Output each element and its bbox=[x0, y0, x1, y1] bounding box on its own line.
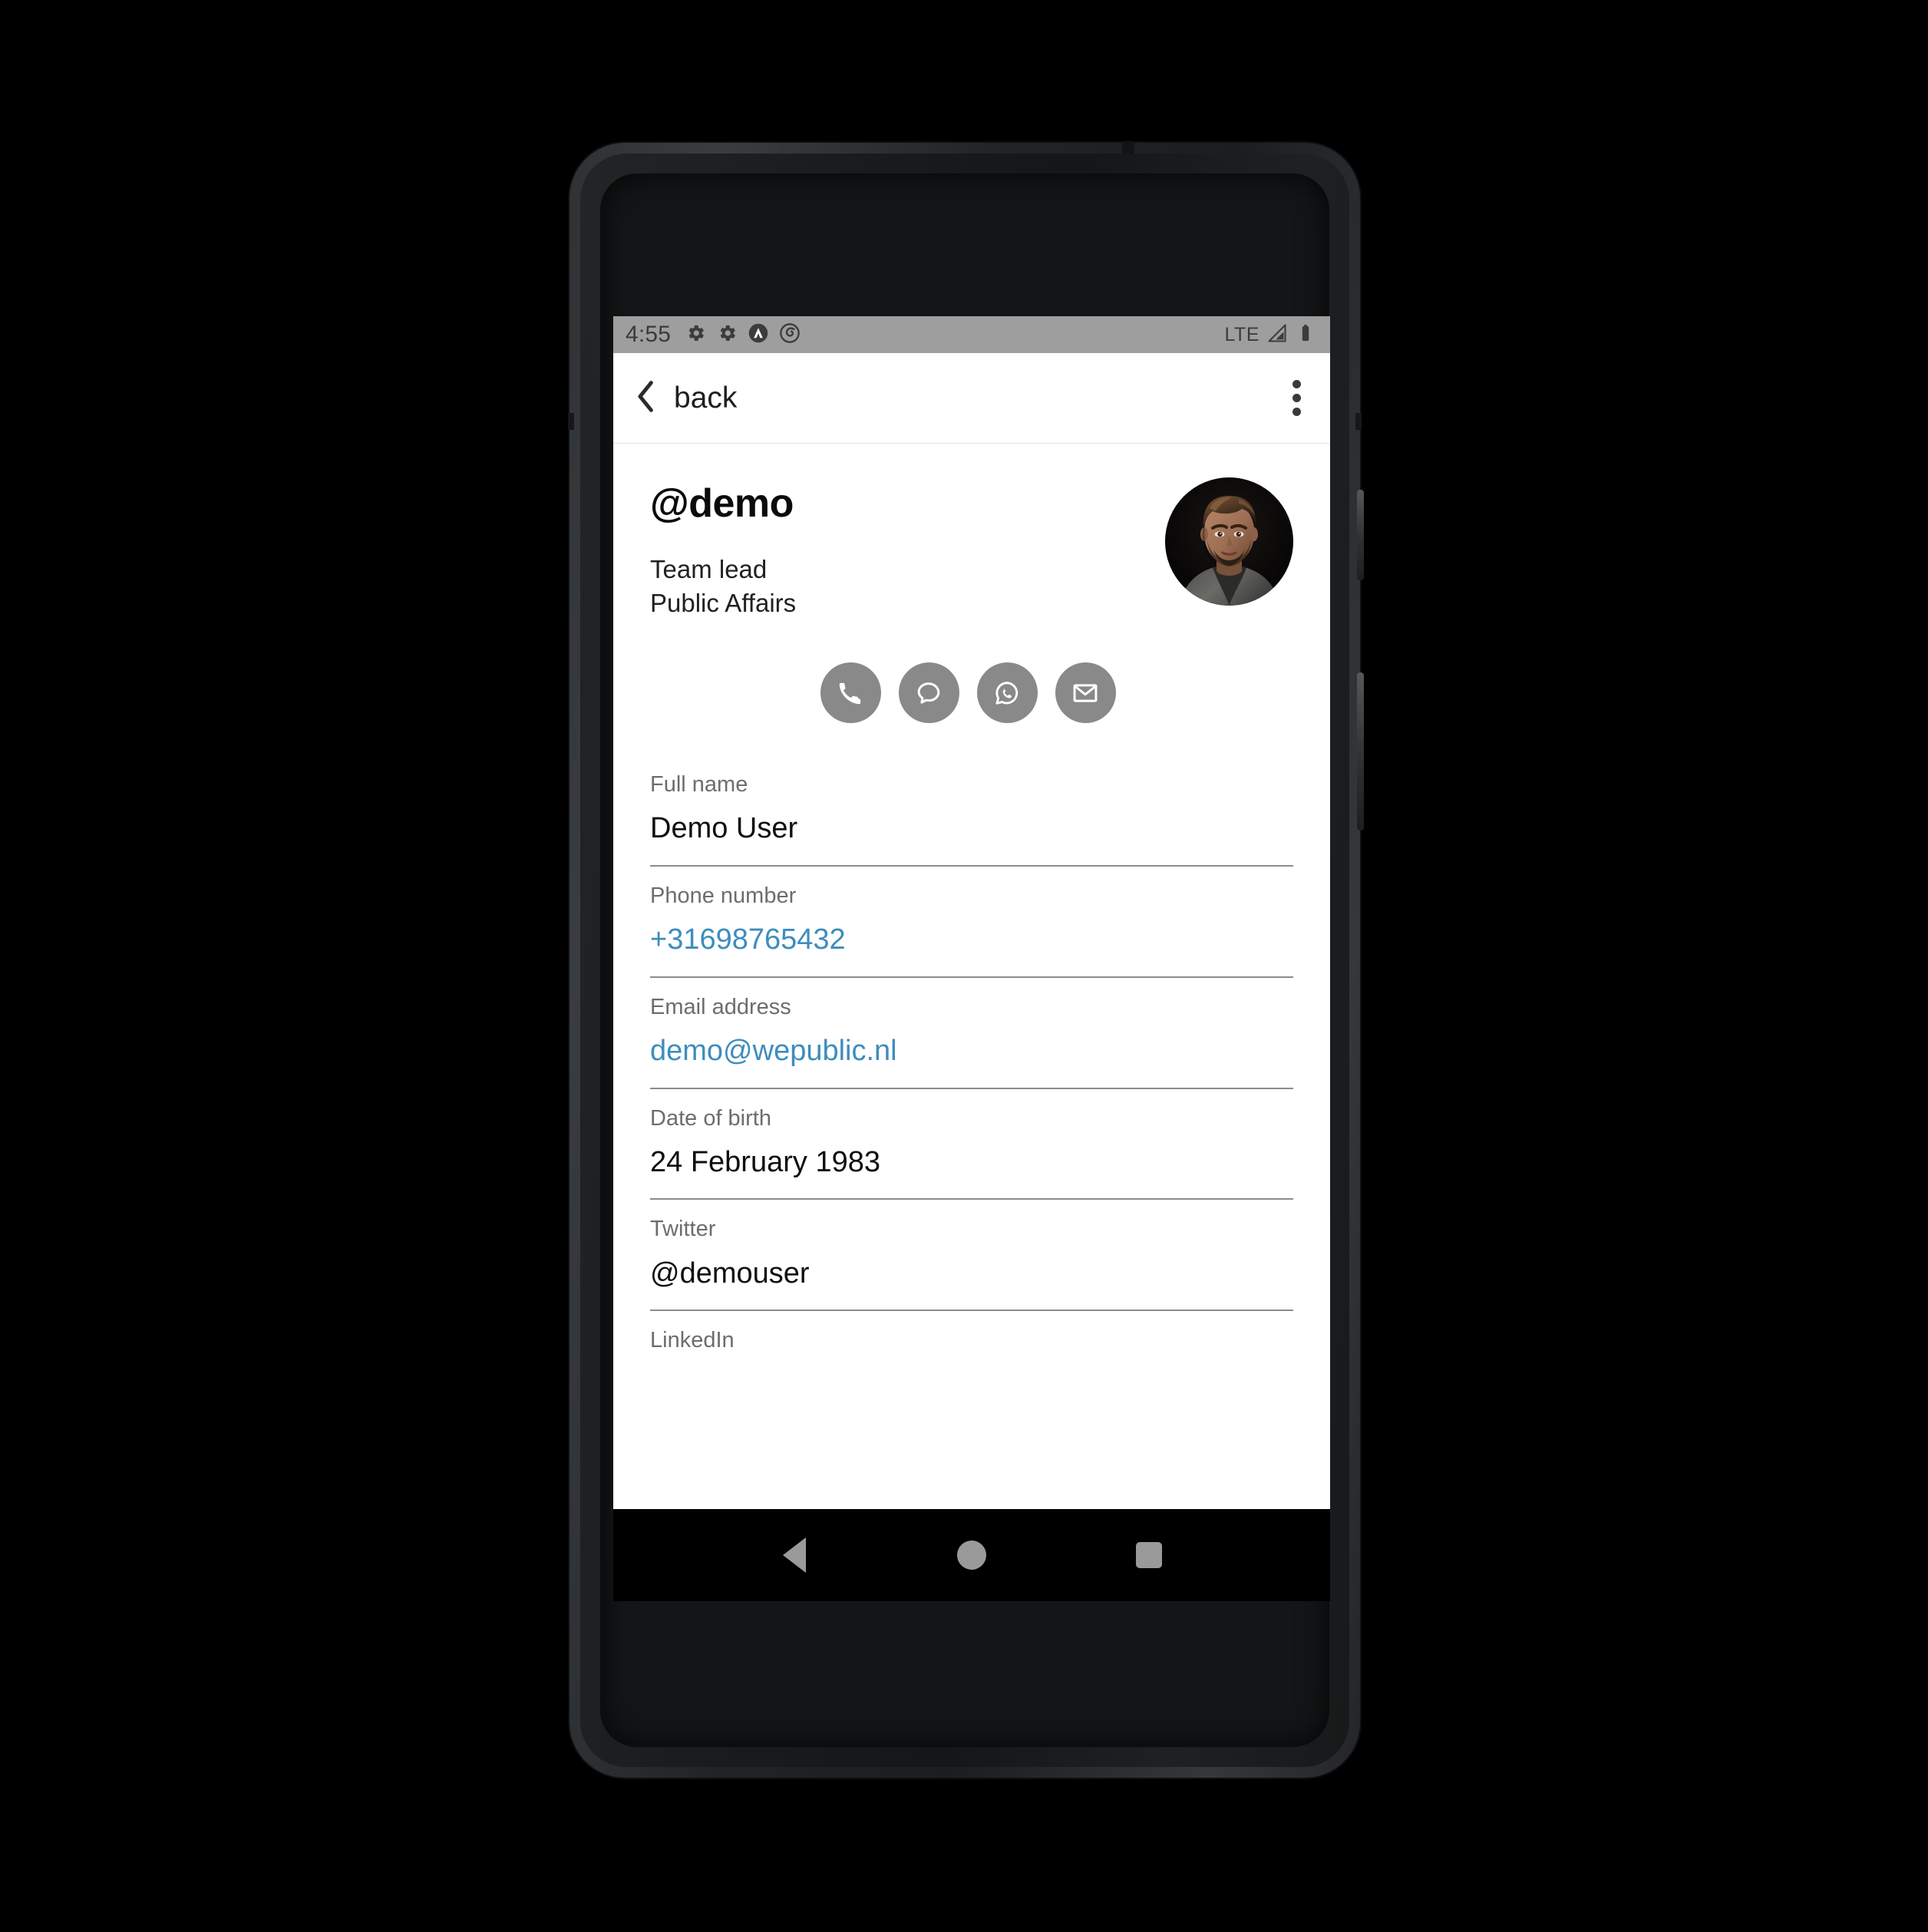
profile-role: Team lead Public Affairs bbox=[650, 553, 1165, 619]
chat-bubble-icon bbox=[914, 679, 943, 708]
field-date-of-birth[interactable]: Date of birth 24 February 1983 bbox=[650, 1105, 1293, 1216]
nav-back-icon bbox=[782, 1537, 806, 1573]
signal-icon bbox=[1266, 322, 1288, 348]
back-button[interactable]: back bbox=[633, 379, 737, 418]
field-email-address[interactable]: Email address demo@wepublic.nl bbox=[650, 993, 1293, 1105]
call-button[interactable] bbox=[820, 662, 881, 724]
screenshot-root: 4:55 LTE back @demo Team lead Public Aff… bbox=[0, 0, 1928, 1932]
profile-header: @demo Team lead Public Affairs bbox=[613, 444, 1330, 619]
android-navigation-bar bbox=[613, 1509, 1330, 1601]
overflow-dot bbox=[1292, 394, 1301, 402]
whatsapp-button[interactable] bbox=[976, 662, 1038, 724]
gear-icon bbox=[685, 322, 706, 348]
nav-home-button[interactable] bbox=[937, 1521, 1006, 1590]
nav-home-icon bbox=[956, 1541, 986, 1570]
field-value[interactable]: +31698765432 bbox=[650, 923, 1293, 958]
spiral-circle-icon bbox=[779, 322, 801, 348]
profile-role-line-1: Team lead bbox=[650, 555, 768, 583]
phone-device: 4:55 LTE back @demo Team lead Public Aff… bbox=[568, 141, 1364, 1778]
field-label: Full name bbox=[650, 772, 748, 798]
page-title: @demo bbox=[650, 481, 794, 526]
field-label: Date of birth bbox=[650, 1105, 771, 1131]
field-linkedin[interactable]: LinkedIn bbox=[650, 1326, 1293, 1354]
nav-recents-button[interactable] bbox=[1114, 1521, 1184, 1590]
chevron-left-icon bbox=[633, 379, 659, 418]
field-divider bbox=[650, 1309, 1293, 1312]
nav-back-button[interactable] bbox=[760, 1521, 829, 1590]
caret-circle-icon bbox=[748, 322, 769, 348]
field-phone-number[interactable]: Phone number +31698765432 bbox=[650, 882, 1293, 993]
power-button[interactable] bbox=[1357, 490, 1364, 580]
volume-rocker-button[interactable] bbox=[1357, 672, 1364, 831]
field-label: Email address bbox=[650, 994, 791, 1019]
field-label: LinkedIn bbox=[650, 1328, 735, 1353]
field-label: Twitter bbox=[650, 1217, 716, 1242]
profile-text-block: @demo Team lead Public Affairs bbox=[650, 474, 1165, 619]
field-value: 24 February 1983 bbox=[650, 1145, 880, 1178]
email-button[interactable] bbox=[1055, 662, 1116, 724]
phone-screen: 4:55 LTE back @demo Team lead Public Aff… bbox=[613, 316, 1330, 1509]
contact-action-row bbox=[613, 619, 1330, 724]
envelope-icon bbox=[1071, 679, 1100, 708]
field-divider bbox=[650, 864, 1293, 867]
status-bar-left-icons bbox=[685, 322, 801, 348]
detail-fields-list: Full name Demo User Phone number +316987… bbox=[613, 723, 1330, 1354]
antenna-band-right bbox=[1355, 413, 1362, 430]
network-type-label: LTE bbox=[1224, 323, 1259, 345]
field-divider bbox=[650, 1198, 1293, 1200]
phone-icon bbox=[836, 679, 865, 708]
gear-icon bbox=[716, 322, 738, 348]
overflow-menu-icon[interactable] bbox=[1283, 372, 1310, 424]
field-full-name[interactable]: Full name Demo User bbox=[650, 771, 1293, 882]
device-frame-inner: 4:55 LTE back @demo Team lead Public Aff… bbox=[580, 154, 1349, 1767]
overflow-dot bbox=[1292, 380, 1301, 388]
status-bar: 4:55 LTE bbox=[613, 316, 1330, 353]
back-button-label: back bbox=[674, 381, 738, 414]
message-button[interactable] bbox=[898, 662, 959, 724]
field-value: Demo User bbox=[650, 812, 798, 845]
field-value[interactable]: demo@wepublic.nl bbox=[650, 1034, 1293, 1069]
avatar[interactable] bbox=[1165, 477, 1293, 606]
field-label: Phone number bbox=[650, 883, 797, 908]
status-bar-right-icons: LTE bbox=[1225, 322, 1317, 348]
nav-recents-icon bbox=[1136, 1542, 1163, 1568]
profile-role-line-2: Public Affairs bbox=[650, 588, 797, 617]
profile-scroll-content[interactable]: @demo Team lead Public Affairs Full name… bbox=[613, 444, 1330, 1509]
battery-icon bbox=[1295, 322, 1316, 348]
overflow-dot bbox=[1292, 408, 1301, 416]
whatsapp-icon bbox=[992, 679, 1022, 708]
antenna-band-left bbox=[568, 413, 574, 430]
field-divider bbox=[650, 1087, 1293, 1089]
status-bar-clock: 4:55 bbox=[626, 322, 672, 347]
app-bar: back bbox=[613, 353, 1330, 444]
field-twitter[interactable]: Twitter @demouser bbox=[650, 1215, 1293, 1326]
field-value: @demouser bbox=[650, 1257, 810, 1290]
field-divider bbox=[650, 976, 1293, 978]
